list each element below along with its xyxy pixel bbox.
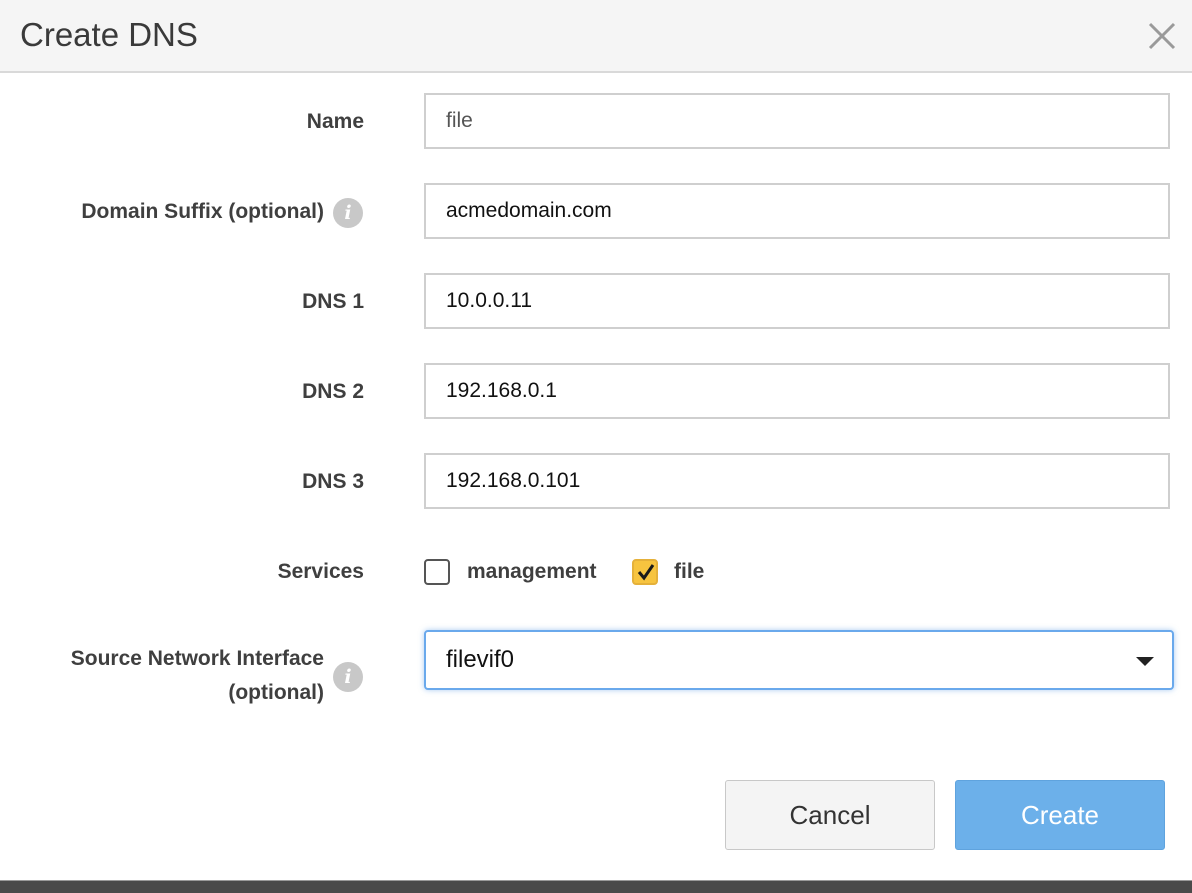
close-icon xyxy=(1148,22,1176,50)
name-label: Name xyxy=(306,110,364,133)
checkmark-icon xyxy=(637,564,655,581)
close-button[interactable] xyxy=(1142,16,1182,56)
dns2-input[interactable]: 192.168.0.1 xyxy=(424,363,1170,419)
dns3-input[interactable]: 192.168.0.101 xyxy=(424,453,1170,509)
management-checkbox-label[interactable]: management xyxy=(467,557,597,587)
dialog-header: Create DNS xyxy=(0,0,1192,73)
domain-suffix-label: Domain Suffix (optional) xyxy=(81,200,324,223)
source-interface-select[interactable]: filevif0 xyxy=(424,630,1174,690)
file-checkbox[interactable] xyxy=(632,559,658,585)
chevron-down-icon xyxy=(1136,657,1154,666)
name-input[interactable]: file xyxy=(424,93,1170,149)
management-checkbox[interactable] xyxy=(424,559,450,585)
window-bottom-edge xyxy=(0,880,1192,893)
create-button[interactable]: Create xyxy=(955,780,1165,850)
domain-suffix-input[interactable]: acmedomain.com xyxy=(424,183,1170,239)
dns1-label: DNS 1 xyxy=(302,290,364,313)
dns1-input[interactable]: 10.0.0.11 xyxy=(424,273,1170,329)
dns2-label: DNS 2 xyxy=(302,380,364,403)
dns3-label: DNS 3 xyxy=(302,470,364,493)
dialog-title: Create DNS xyxy=(20,16,198,53)
create-dns-dialog: Create DNS Name file Domain Suffix (opti… xyxy=(0,0,1192,880)
source-interface-selected-value: filevif0 xyxy=(446,646,515,673)
source-interface-label: Source Network Interface xyxy=(70,647,324,670)
cancel-button[interactable]: Cancel xyxy=(725,780,935,850)
info-icon[interactable]: i xyxy=(333,198,363,228)
info-icon[interactable]: i xyxy=(333,662,363,692)
services-label: Services xyxy=(277,560,364,583)
file-checkbox-label[interactable]: file xyxy=(674,557,704,587)
source-interface-label-optional: (optional) xyxy=(228,681,324,704)
